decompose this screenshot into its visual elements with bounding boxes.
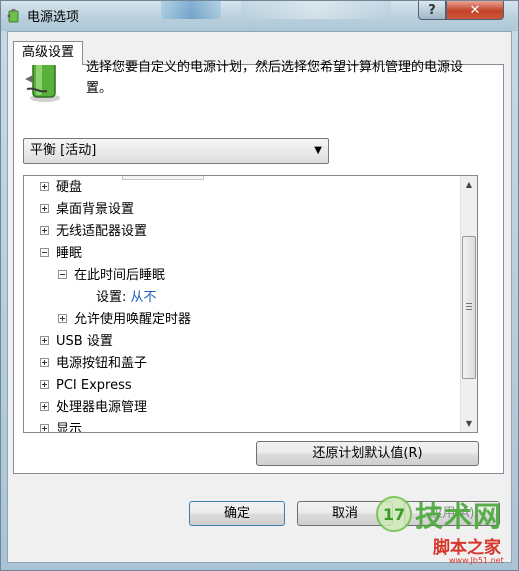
scroll-down-icon[interactable]: ▼: [461, 415, 477, 432]
tree-item-sleep-after[interactable]: 在此时间后睡眠: [58, 265, 165, 287]
tree-item-label: 硬盘: [56, 180, 83, 195]
tree-item-pci-express[interactable]: PCI Express: [40, 375, 132, 397]
taskbar-blur: [241, 1, 391, 19]
tree-item-label: 处理器电源管理: [56, 400, 148, 415]
window-title: 电源选项: [27, 10, 80, 25]
tree-item-power-buttons-lid[interactable]: 电源按钮和盖子: [40, 353, 147, 375]
tree-scrollbar[interactable]: ▲ ▼: [460, 176, 477, 432]
power-plan-value: 平衡 [活动]: [30, 143, 97, 158]
restore-defaults-button[interactable]: 还原计划默认值(R): [256, 441, 479, 466]
tree-item-label: 在此时间后睡眠: [74, 268, 166, 283]
power-plan-select[interactable]: 平衡 [活动] ▼: [23, 138, 329, 164]
description-text: 选择您要自定义的电源计划，然后选择您希望计算机管理的电源设置。: [86, 60, 464, 96]
expand-icon[interactable]: [40, 402, 49, 411]
grip-icon: [466, 303, 472, 310]
collapse-icon[interactable]: [40, 248, 49, 257]
setting-value[interactable]: 从不: [131, 290, 157, 305]
tree-item-hard-disk[interactable]: 硬盘: [40, 177, 82, 199]
scroll-up-icon[interactable]: ▲: [461, 176, 477, 193]
tree-item-label: PCI Express: [56, 378, 132, 393]
tree-item-label: USB 设置: [56, 334, 113, 349]
apply-button[interactable]: 应用(A): [404, 501, 500, 526]
dropdown-arrow-icon: ▼: [314, 145, 322, 156]
tree-item-desktop-background[interactable]: 桌面背景设置: [40, 199, 134, 221]
tree-item-usb-settings[interactable]: USB 设置: [40, 331, 113, 353]
title-bar[interactable]: 电源选项 ? ✕: [1, 1, 518, 31]
expand-icon[interactable]: [58, 314, 67, 323]
taskbar-blur: [161, 1, 221, 19]
expand-icon[interactable]: [40, 336, 49, 345]
close-button[interactable]: ✕: [446, 1, 504, 20]
help-button[interactable]: ?: [418, 1, 446, 20]
tree-item-label: 睡眠: [56, 246, 83, 261]
tree-item-label: 无线适配器设置: [56, 224, 148, 239]
setting-label: 设置:: [96, 290, 127, 305]
expand-icon[interactable]: [40, 204, 49, 213]
power-options-icon: [7, 9, 19, 23]
tree-item-label: 电源按钮和盖子: [56, 356, 148, 371]
ok-button[interactable]: 确定: [189, 501, 285, 526]
scroll-thumb[interactable]: [462, 236, 476, 379]
cancel-button[interactable]: 取消: [297, 501, 393, 526]
tree-item-setting[interactable]: 设置: 从不: [96, 287, 157, 309]
tree-item-processor-power[interactable]: 处理器电源管理: [40, 397, 147, 419]
tree-item-wireless-adapter[interactable]: 无线适配器设置: [40, 221, 147, 243]
expand-icon[interactable]: [40, 424, 49, 432]
tree-top-stub: [122, 176, 204, 180]
tree-item-label: 显示: [56, 422, 83, 433]
expand-icon[interactable]: [40, 182, 49, 191]
tree-item-label: 允许使用唤醒定时器: [74, 312, 192, 327]
settings-tree[interactable]: 硬盘 桌面背景设置 无线适配器设置 睡眠 在此时间后睡眠 设置: 从不 允许使用…: [23, 175, 478, 433]
expand-icon[interactable]: [40, 226, 49, 235]
tab-advanced-settings[interactable]: 高级设置: [13, 41, 84, 65]
tree-item-label: 桌面背景设置: [56, 202, 135, 217]
expand-icon[interactable]: [40, 358, 49, 367]
collapse-icon[interactable]: [58, 270, 67, 279]
power-options-window: 电源选项 ? ✕ 高级设置 选择您要自定义的电源计划，然后选择您希望计算机管理的…: [0, 0, 519, 571]
tree-item-sleep[interactable]: 睡眠: [40, 243, 82, 265]
tree-item-display[interactable]: 显示: [40, 419, 83, 433]
expand-icon[interactable]: [40, 380, 49, 389]
tree-item-wake-timers[interactable]: 允许使用唤醒定时器: [58, 309, 191, 331]
